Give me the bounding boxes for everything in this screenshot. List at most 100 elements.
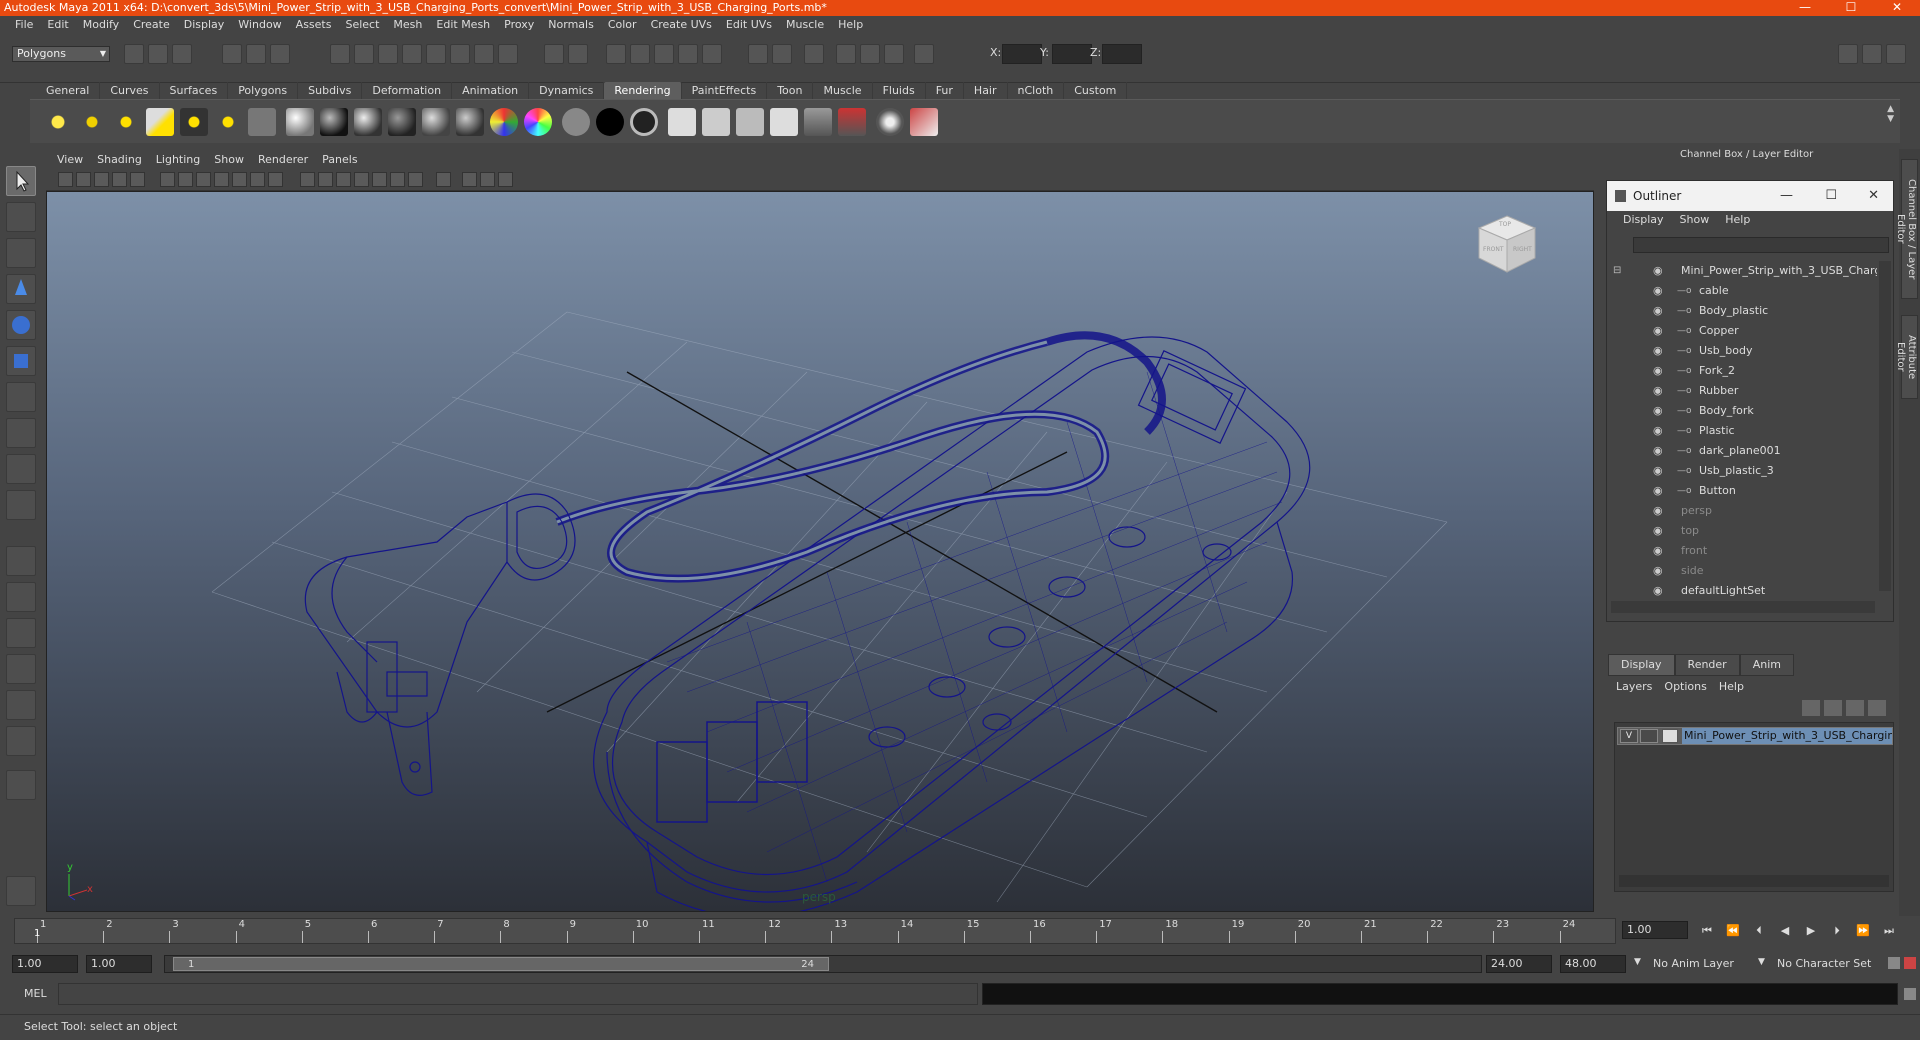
menu-create-uvs[interactable]: Create UVs [644, 16, 719, 33]
anim-layer-selector[interactable]: No Anim Layer [1648, 955, 1756, 973]
outliner-item[interactable]: ◉ persp [1607, 501, 1877, 521]
shelf-tab-painteffects[interactable]: PaintEffects [682, 82, 768, 99]
maximize-button[interactable]: ☐ [1828, 0, 1874, 16]
menu-help[interactable]: Help [831, 16, 870, 33]
mask-deformers-icon[interactable] [426, 44, 446, 64]
wireframe-mode-icon[interactable] [300, 172, 315, 187]
panel-menu-view[interactable]: View [50, 151, 90, 169]
panel-menu-renderer[interactable]: Renderer [251, 151, 315, 169]
snap-point-icon[interactable] [654, 44, 674, 64]
area-light-icon[interactable] [180, 108, 208, 136]
outliner-item[interactable]: ◉ Fork_2 —o [1607, 361, 1877, 381]
highlight-selection-icon[interactable] [568, 44, 588, 64]
menu-create[interactable]: Create [126, 16, 177, 33]
render-view-icon[interactable] [668, 108, 696, 136]
output-ops-icon[interactable] [772, 44, 792, 64]
shelf-tab-custom[interactable]: Custom [1064, 82, 1128, 99]
menu-file[interactable]: File [8, 16, 40, 33]
menu-edit-uvs[interactable]: Edit UVs [719, 16, 779, 33]
textured-icon[interactable] [354, 172, 369, 187]
persp-graph-hypergraph-layout-icon[interactable] [6, 726, 36, 756]
command-language-label[interactable]: MEL [24, 987, 47, 1000]
render-current-icon[interactable] [702, 108, 730, 136]
layer-menu-layers[interactable]: Layers [1610, 678, 1658, 696]
mask-misc-icon[interactable] [498, 44, 518, 64]
resolution-gate-icon[interactable] [196, 172, 211, 187]
paint-canvas-icon[interactable] [876, 108, 904, 136]
outliner-item[interactable]: ◉ Rubber —o [1607, 381, 1877, 401]
shelf-tab-muscle[interactable]: Muscle [813, 82, 873, 99]
hypershade-icon[interactable] [914, 44, 934, 64]
smooth-shade-icon[interactable] [318, 172, 333, 187]
image-plane-icon[interactable] [112, 172, 127, 187]
blinn-sphere-icon[interactable] [320, 108, 348, 136]
outliner-item[interactable]: ◉ side [1607, 561, 1877, 581]
anim-layer-chevron-icon[interactable]: ▼ [1634, 957, 1641, 967]
render-settings-icon[interactable] [884, 44, 904, 64]
move-layer-up-icon[interactable] [1802, 700, 1820, 716]
paint-brush-icon[interactable] [910, 108, 938, 136]
move-tool-icon[interactable] [6, 274, 36, 304]
layer-name[interactable]: Mini_Power_Strip_with_3_USB_Charging_Po [1682, 728, 1892, 744]
grid-toggle-icon[interactable] [160, 172, 175, 187]
black-shader-icon[interactable] [596, 108, 624, 136]
single-perspective-layout-icon[interactable] [6, 546, 36, 576]
construction-history-icon[interactable] [804, 44, 824, 64]
lock-selection-icon[interactable] [544, 44, 564, 64]
auto-key-icon[interactable] [1888, 957, 1900, 969]
shelf-tab-polygons[interactable]: Polygons [228, 82, 299, 99]
use-all-lights-icon[interactable] [372, 172, 387, 187]
layer-visibility-toggle[interactable]: V [1620, 729, 1638, 743]
surface-shader-icon[interactable] [524, 108, 552, 136]
snap-grid-icon[interactable] [606, 44, 626, 64]
shelf-tab-surfaces[interactable]: Surfaces [160, 82, 229, 99]
outliner-minimize-button[interactable]: — [1780, 181, 1793, 211]
mask-handles-icon[interactable] [330, 44, 350, 64]
lasso-tool-icon[interactable] [6, 202, 36, 232]
outliner-menu-show[interactable]: Show [1672, 211, 1718, 229]
layer-menu-help[interactable]: Help [1713, 678, 1750, 696]
outliner-item[interactable]: ⊟ ◉ Mini_Power_Strip_with_3_USB_Charging [1607, 261, 1877, 281]
safe-action-icon[interactable] [250, 172, 265, 187]
hypershade-layout-icon[interactable] [6, 690, 36, 720]
camera-icon[interactable] [248, 108, 276, 136]
layer-menu-options[interactable]: Options [1658, 678, 1712, 696]
bookmarks-icon[interactable] [94, 172, 109, 187]
move-layer-down-icon[interactable] [1824, 700, 1842, 716]
empty-tool-slot[interactable] [6, 490, 36, 520]
render-globals-icon[interactable] [770, 108, 798, 136]
ipr-render-shelf-icon[interactable] [736, 108, 764, 136]
ipr-render-icon[interactable] [860, 44, 880, 64]
range-handle[interactable]: 1 24 [173, 957, 829, 971]
outliner-maximize-button[interactable]: ☐ [1825, 181, 1837, 211]
shelf-tab-curves[interactable]: Curves [100, 82, 160, 99]
shelf-tab-hair[interactable]: Hair [964, 82, 1008, 99]
mask-joints-icon[interactable] [354, 44, 374, 64]
play-forwards-icon[interactable]: ▶ [1802, 922, 1820, 940]
xray-icon[interactable] [462, 172, 477, 187]
menu-edit[interactable]: Edit [40, 16, 75, 33]
last-tool-icon[interactable] [6, 454, 36, 484]
ambient-light-icon[interactable] [44, 108, 72, 136]
close-button[interactable]: ✕ [1874, 0, 1920, 16]
x-field[interactable] [1002, 44, 1042, 64]
outliner-item[interactable]: ◉ cable —o [1607, 281, 1877, 301]
new-empty-layer-icon[interactable] [1846, 700, 1864, 716]
select-tool-icon[interactable] [6, 166, 36, 196]
select-object-icon[interactable] [246, 44, 266, 64]
point-light-icon[interactable] [112, 108, 140, 136]
menu-set-selector[interactable]: Polygons ▼ [12, 46, 110, 62]
playback-end-field[interactable]: 24.00 [1486, 955, 1552, 973]
show-attribute-editor-icon[interactable] [1838, 44, 1858, 64]
layer-type-toggle[interactable] [1640, 729, 1658, 743]
shelf-tab-toon[interactable]: Toon [767, 82, 814, 99]
step-back-frame-icon[interactable]: ⏪ [1724, 922, 1742, 940]
attribute-editor-side-tab[interactable]: Attribute Editor [1895, 315, 1918, 399]
outliner-item[interactable]: ◉ Plastic —o [1607, 421, 1877, 441]
rotate-tool-icon[interactable] [6, 310, 36, 340]
outline-shader-icon[interactable] [630, 108, 658, 136]
directional-light-icon[interactable] [78, 108, 106, 136]
shelf-tab-rendering[interactable]: Rendering [604, 82, 682, 99]
panel-menu-show[interactable]: Show [207, 151, 251, 169]
render-frame-icon[interactable] [836, 44, 856, 64]
